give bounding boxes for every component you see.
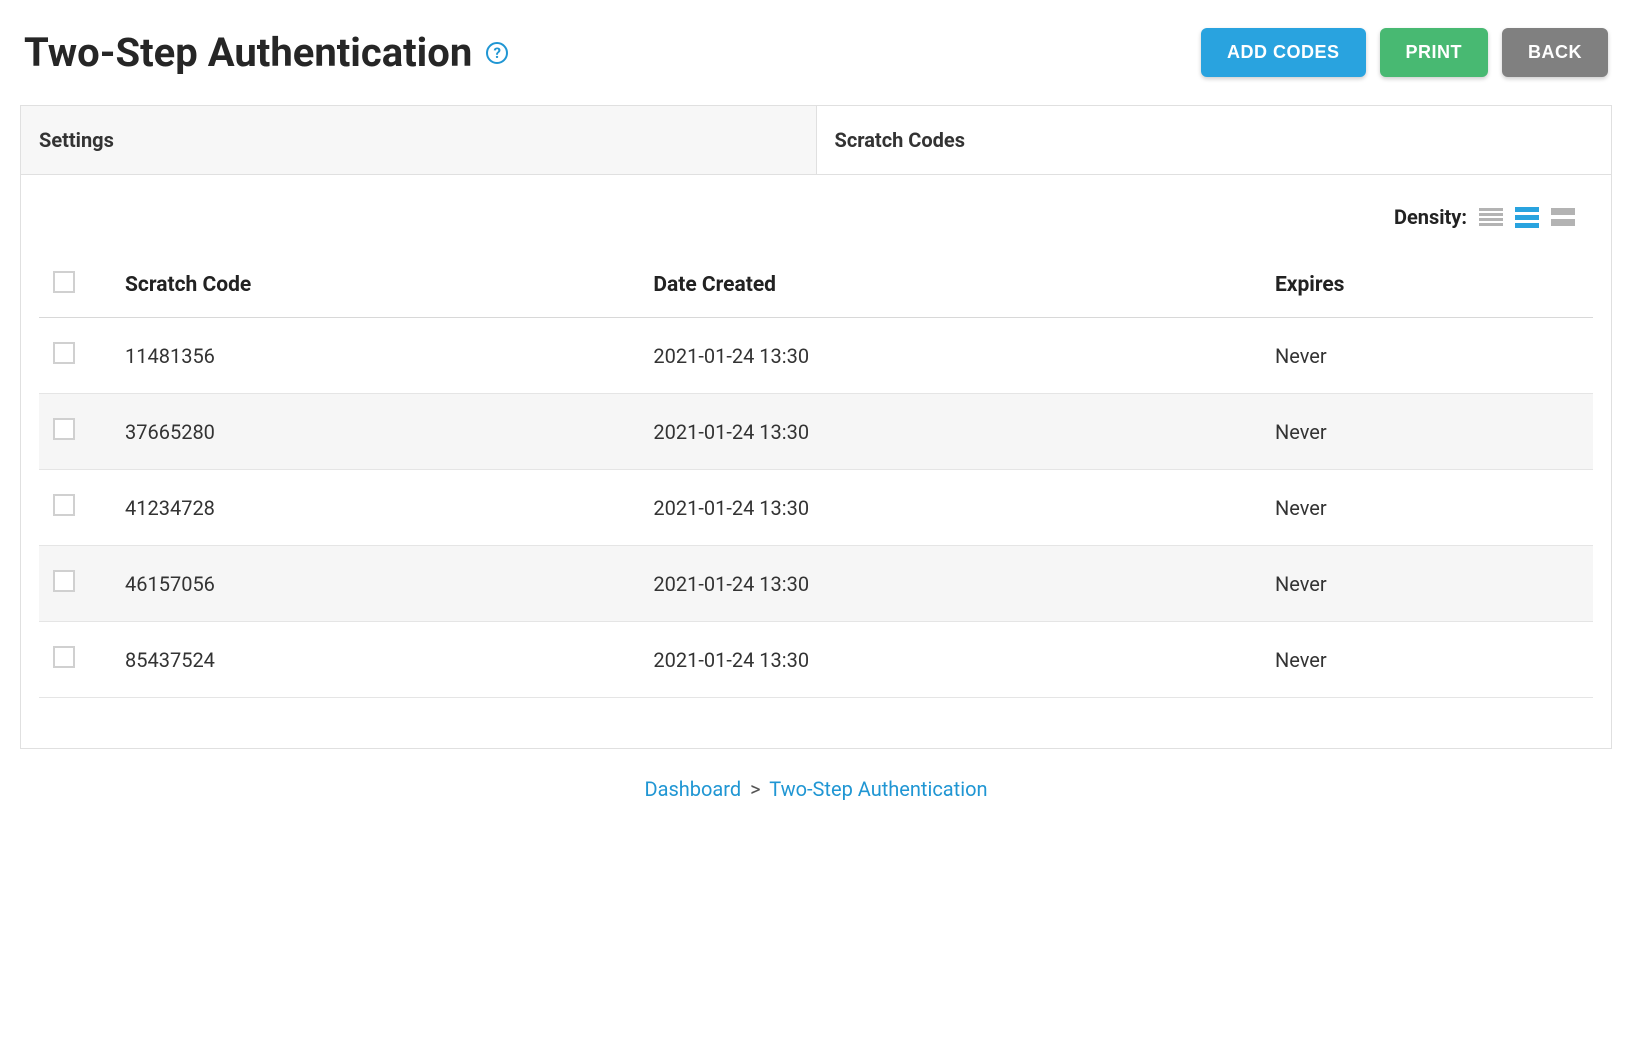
row-checkbox[interactable] [53,494,75,516]
select-all-cell [39,253,111,318]
col-date-created[interactable]: Date Created [639,253,1261,318]
density-label: Density: [1394,205,1467,229]
density-compact-icon[interactable] [1479,208,1503,226]
cell-code: 41234728 [111,470,639,546]
page-title: Two-Step Authentication [24,29,472,76]
cell-date: 2021-01-24 13:30 [639,622,1261,698]
cell-code: 37665280 [111,394,639,470]
row-checkbox[interactable] [53,570,75,592]
cell-expires: Never [1261,470,1593,546]
tab-settings[interactable]: Settings [21,106,817,174]
breadcrumb-separator: > [750,777,760,801]
table-row: 46157056 2021-01-24 13:30 Never [39,546,1593,622]
page-header: Two-Step Authentication ? ADD CODES PRIN… [20,20,1612,77]
row-checkbox[interactable] [53,418,75,440]
row-checkbox[interactable] [53,342,75,364]
table-row: 37665280 2021-01-24 13:30 Never [39,394,1593,470]
panel-body: Density: Scratch Code Date Created Expi [21,175,1611,748]
breadcrumb-current-link[interactable]: Two-Step Authentication [769,777,987,801]
density-controls: Density: [39,205,1593,229]
breadcrumb: Dashboard > Two-Step Authentication [20,777,1612,801]
cell-code: 11481356 [111,318,639,394]
cell-code: 85437524 [111,622,639,698]
help-icon[interactable]: ? [486,42,508,64]
table-row: 11481356 2021-01-24 13:30 Never [39,318,1593,394]
col-expires[interactable]: Expires [1261,253,1593,318]
cell-expires: Never [1261,546,1593,622]
table-header-row: Scratch Code Date Created Expires [39,253,1593,318]
cell-expires: Never [1261,394,1593,470]
density-large-icon[interactable] [1551,208,1575,226]
title-wrap: Two-Step Authentication ? [24,29,508,76]
back-button[interactable]: BACK [1502,28,1608,77]
cell-expires: Never [1261,318,1593,394]
cell-date: 2021-01-24 13:30 [639,546,1261,622]
select-all-checkbox[interactable] [53,271,75,293]
col-scratch-code[interactable]: Scratch Code [111,253,639,318]
tab-bar: Settings Scratch Codes [21,106,1611,175]
cell-code: 46157056 [111,546,639,622]
content-panel: Settings Scratch Codes Density: Scratc [20,105,1612,749]
print-button[interactable]: PRINT [1380,28,1489,77]
cell-expires: Never [1261,622,1593,698]
add-codes-button[interactable]: ADD CODES [1201,28,1366,77]
cell-date: 2021-01-24 13:30 [639,470,1261,546]
cell-date: 2021-01-24 13:30 [639,394,1261,470]
breadcrumb-dashboard-link[interactable]: Dashboard [644,777,741,801]
table-row: 85437524 2021-01-24 13:30 Never [39,622,1593,698]
scratch-codes-table: Scratch Code Date Created Expires 114813… [39,253,1593,698]
cell-date: 2021-01-24 13:30 [639,318,1261,394]
table-row: 41234728 2021-01-24 13:30 Never [39,470,1593,546]
tab-scratch-codes[interactable]: Scratch Codes [817,106,1612,174]
row-checkbox[interactable] [53,646,75,668]
action-buttons: ADD CODES PRINT BACK [1201,28,1608,77]
density-medium-icon[interactable] [1515,207,1539,228]
